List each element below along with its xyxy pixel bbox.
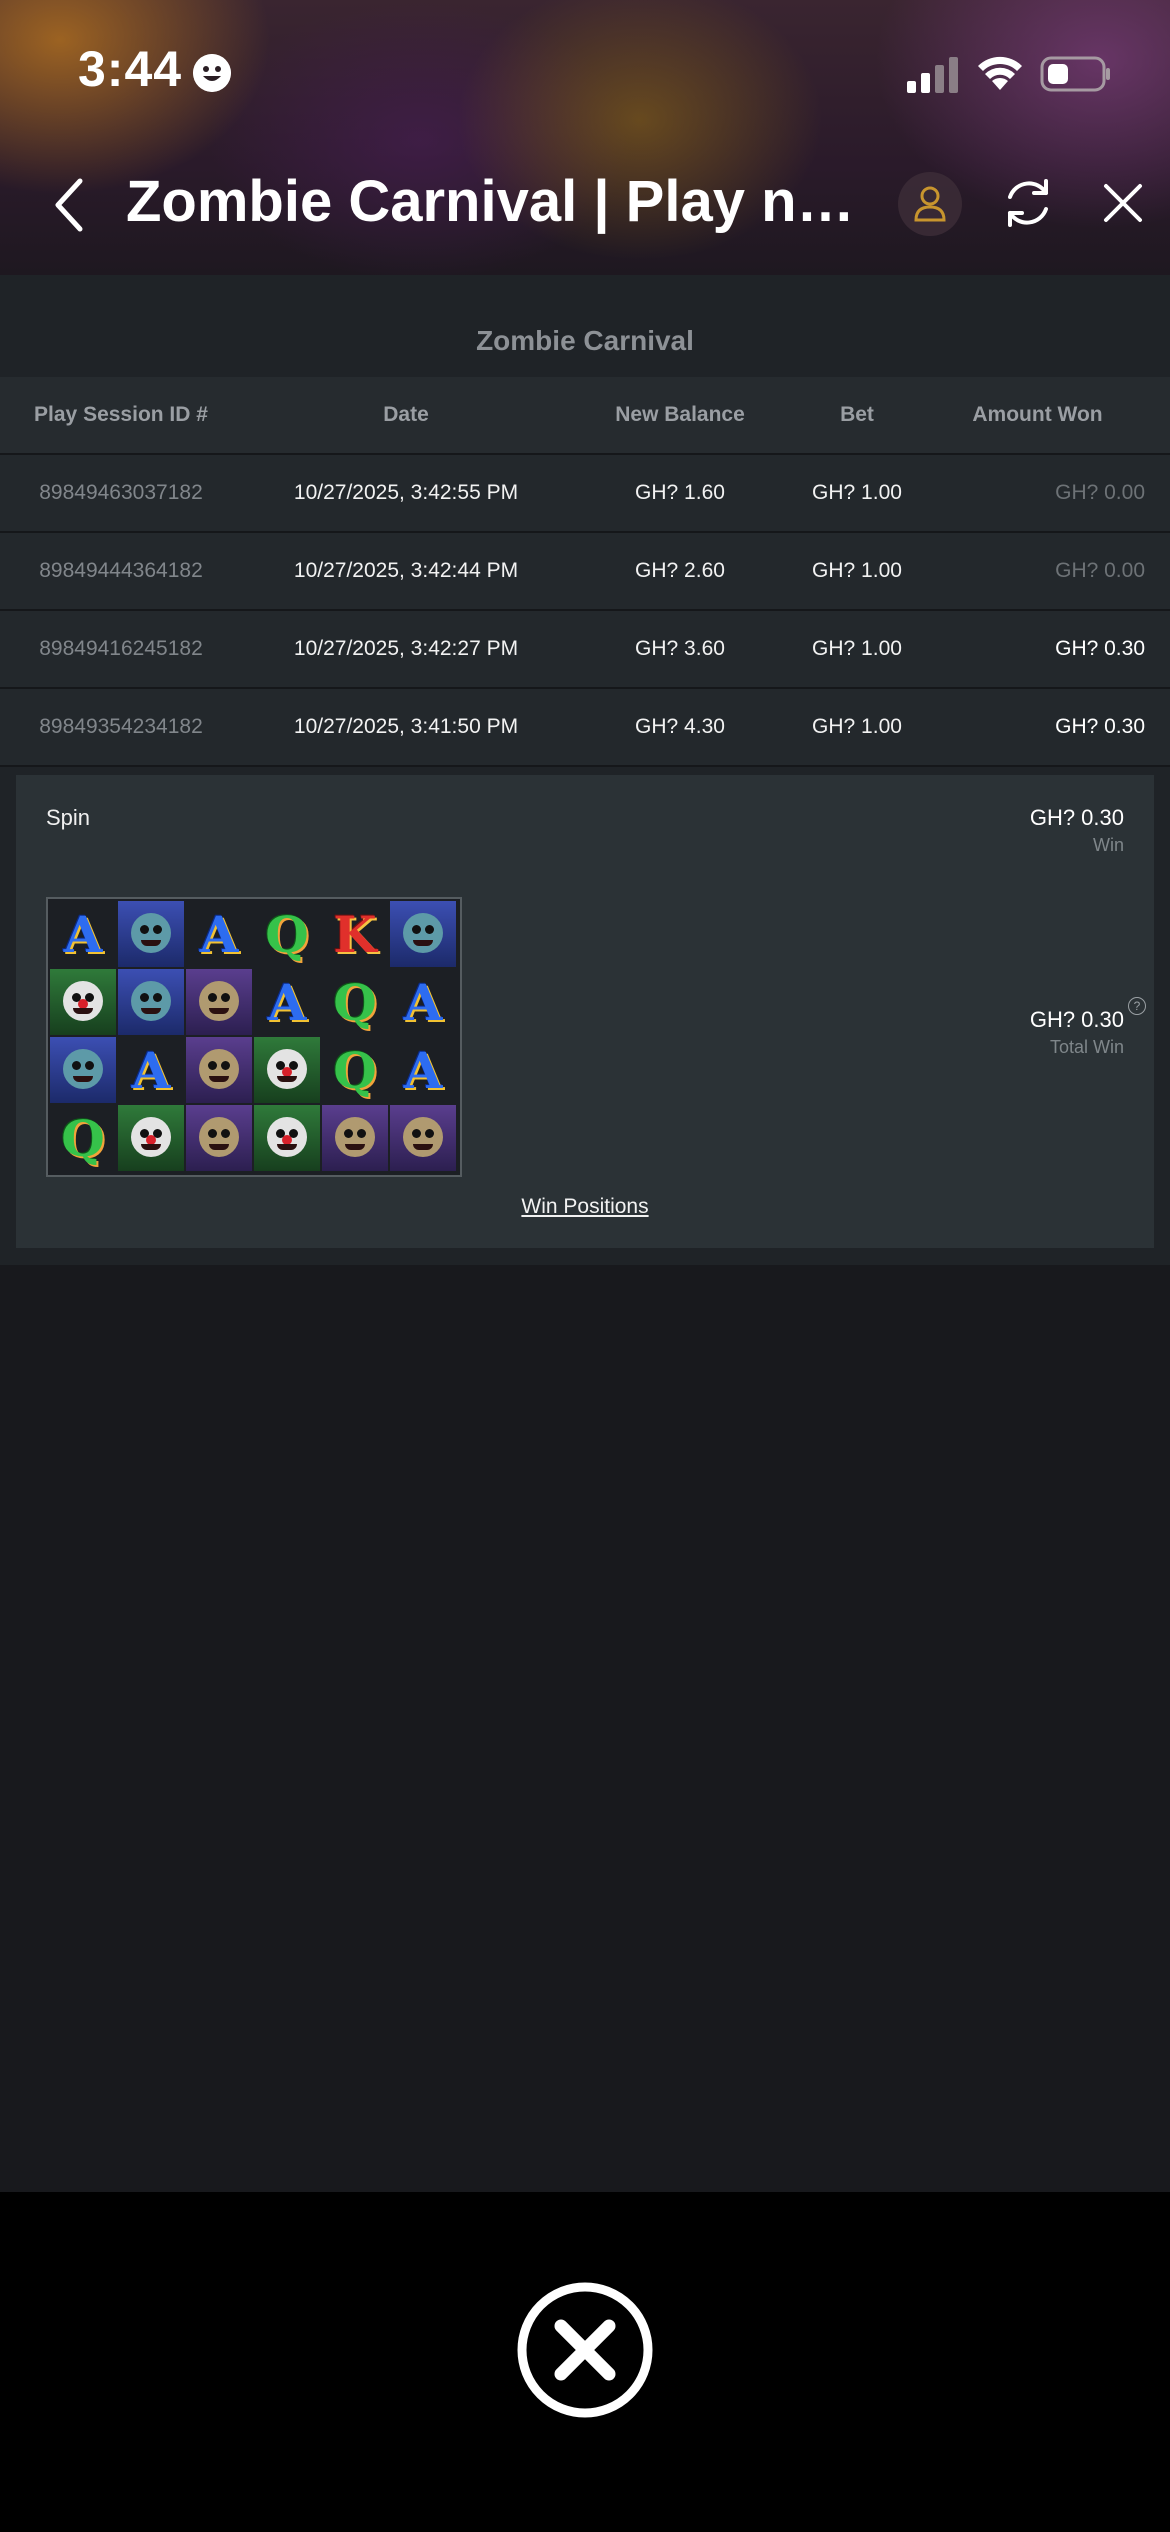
symbol-zombie-purple [186, 969, 252, 1035]
profile-button[interactable] [898, 172, 962, 236]
column-header[interactable]: Amount Won [930, 377, 1145, 453]
browser-header: 3:44 Zombie Carnival | Play now... [0, 0, 1170, 275]
back-icon[interactable] [50, 175, 90, 235]
user-icon [914, 186, 946, 222]
battery-icon [1040, 56, 1110, 92]
win-positions-link[interactable]: Win Positions [16, 1195, 1154, 1219]
table-header: Play Session ID # Date New Balance Bet A… [0, 377, 1170, 455]
total-win-amount: GH? 0.30 [1029, 1007, 1124, 1032]
symbol-a: A [131, 1040, 171, 1100]
history-content: Zombie Carnival Play Session ID # Date N… [0, 275, 1170, 1265]
symbol-k: K [333, 904, 377, 964]
session-id: 89849354234182 [39, 715, 203, 738]
bet: GH? 1.00 [812, 637, 902, 660]
new-balance: GH? 3.60 [635, 637, 725, 660]
column-header[interactable]: Play Session ID # [0, 377, 242, 453]
column-header[interactable]: New Balance [580, 377, 780, 453]
wifi-icon [978, 56, 1022, 90]
session-id: 89849416245182 [39, 637, 203, 660]
symbol-zombie-blue [390, 901, 456, 967]
win-amount: GH? 0.30 [1029, 805, 1124, 830]
win-caption: Win [1093, 835, 1124, 855]
session-id: 89849463037182 [39, 481, 203, 504]
status-time: 3:44 [78, 41, 183, 97]
date: 10/27/2025, 3:41:50 PM [293, 715, 519, 738]
new-balance: GH? 2.60 [635, 559, 725, 582]
symbol-zombie-blue [118, 969, 184, 1035]
spin-label: Spin [46, 805, 91, 830]
symbol-a: A [199, 904, 239, 964]
symbol-zombie-blue [118, 901, 184, 967]
bet: GH? 1.00 [812, 559, 902, 582]
refresh-icon[interactable] [1000, 175, 1056, 231]
signal-icon [907, 57, 958, 93]
date: 10/27/2025, 3:42:44 PM [293, 559, 519, 582]
session-id: 89849444364182 [39, 559, 203, 582]
amount-won: GH? 0.30 [1055, 637, 1145, 660]
amount-won: GH? 0.00 [1055, 481, 1145, 504]
reel-grid: AAQKAQAAQAQ [46, 897, 462, 1177]
symbol-a: A [403, 972, 443, 1032]
symbol-zombie-clown [254, 1037, 320, 1103]
smiley-icon [193, 54, 231, 92]
game-name: Zombie Carnival [476, 325, 694, 356]
symbol-zombie-clown [50, 969, 116, 1035]
symbol-q: Q [61, 1108, 105, 1168]
symbol-zombie-blue [50, 1037, 116, 1103]
table-row[interactable]: 89849354234182 10/27/2025, 3:41:50 PM GH… [0, 689, 1170, 767]
history-panel: Zombie Carnival Play Session ID # Date N… [0, 275, 1170, 2192]
close-circle-icon[interactable] [517, 2282, 653, 2418]
symbol-a: A [267, 972, 307, 1032]
table-row[interactable]: 89849463037182 10/27/2025, 3:42:55 PM GH… [0, 455, 1170, 533]
new-balance: GH? 1.60 [635, 481, 725, 504]
spin-detail: Spin GH? 0.30 Win AAQKAQAAQAQ GH? 0.30 ?… [16, 775, 1154, 1248]
history-table: Play Session ID # Date New Balance Bet A… [0, 377, 1170, 767]
symbol-zombie-purple [186, 1037, 252, 1103]
page-title: Zombie Carnival | Play now... [126, 169, 866, 234]
symbol-zombie-purple [322, 1105, 388, 1171]
symbol-zombie-clown [118, 1105, 184, 1171]
total-win-caption: Total Win [1049, 1037, 1124, 1057]
date: 10/27/2025, 3:42:27 PM [293, 637, 519, 660]
table-row[interactable]: 89849444364182 10/27/2025, 3:42:44 PM GH… [0, 533, 1170, 611]
symbol-a: A [403, 1040, 443, 1100]
date: 10/27/2025, 3:42:55 PM [293, 481, 519, 504]
help-icon[interactable]: ? [1128, 997, 1146, 1015]
symbol-a: A [63, 904, 103, 964]
bet: GH? 1.00 [812, 481, 902, 504]
symbol-q: Q [265, 904, 309, 964]
symbol-q: Q [333, 972, 377, 1032]
bet: GH? 1.00 [812, 715, 902, 738]
amount-won: GH? 0.00 [1055, 559, 1145, 582]
table-row[interactable]: 89849416245182 10/27/2025, 3:42:27 PM GH… [0, 611, 1170, 689]
symbol-q: Q [333, 1040, 377, 1100]
symbol-zombie-clown [254, 1105, 320, 1171]
close-icon[interactable] [1100, 180, 1146, 226]
symbol-zombie-purple [390, 1105, 456, 1171]
column-header[interactable]: Bet [800, 377, 914, 453]
new-balance: GH? 4.30 [635, 715, 725, 738]
amount-won: GH? 0.30 [1055, 715, 1145, 738]
column-header[interactable]: Date [276, 377, 536, 453]
symbol-zombie-purple [186, 1105, 252, 1171]
